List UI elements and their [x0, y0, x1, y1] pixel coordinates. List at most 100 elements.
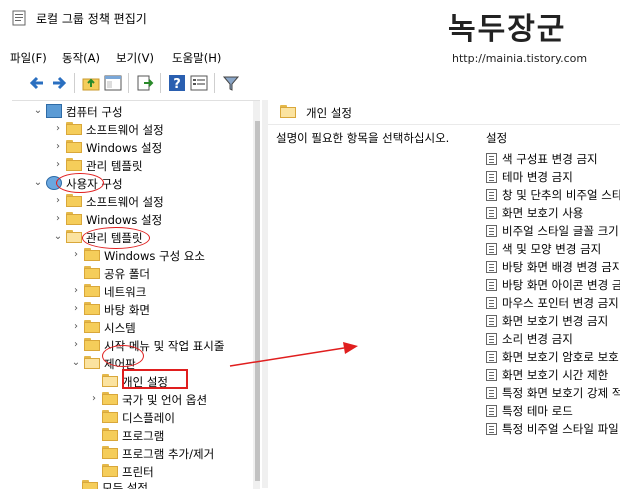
folder-icon [66, 122, 82, 135]
expand-chevron-icon[interactable]: › [52, 159, 64, 171]
setting-label: 특정 화면 보호기 강제 적용 [502, 386, 620, 400]
expand-chevron-icon[interactable]: › [70, 285, 82, 297]
setting-row[interactable]: 화면 보호기 변경 금지 [486, 312, 620, 330]
expand-chevron-icon[interactable]: › [52, 123, 64, 135]
setting-row[interactable]: 화면 보호기 시간 제한 [486, 366, 620, 384]
policy-setting-icon [486, 153, 497, 165]
column-header-setting[interactable]: 설정 [486, 128, 620, 148]
setting-label: 바탕 화면 배경 변경 금지 [502, 260, 620, 274]
tree-node-windows-components[interactable]: › Windows 구성 요소 [70, 247, 252, 265]
policy-setting-icon [486, 333, 497, 345]
setting-label: 바탕 화면 아이콘 변경 금지 [502, 278, 620, 292]
setting-label: 창 및 단추의 비주얼 스타일 변경 금지 [502, 188, 620, 202]
tree-node-computer-config[interactable]: ⌄ 컴퓨터 구성 [32, 103, 252, 121]
setting-row[interactable]: 특정 화면 보호기 강제 적용 [486, 384, 620, 402]
tree-node-network[interactable]: › 네트워크 [70, 283, 252, 301]
setting-row[interactable]: 소리 변경 금지 [486, 330, 620, 348]
policy-setting-icon [486, 423, 497, 435]
setting-row[interactable]: 바탕 화면 아이콘 변경 금지 [486, 276, 620, 294]
expand-chevron-icon[interactable]: › [52, 195, 64, 207]
tree-node-uc-windows[interactable]: › Windows 설정 [52, 211, 252, 229]
policy-setting-icon [486, 315, 497, 327]
menu-help[interactable]: 도움말(H) [172, 50, 221, 66]
up-folder-icon[interactable] [82, 74, 100, 92]
setting-row[interactable]: 화면 보호기 암호로 보호 [486, 348, 620, 366]
tree-node-uc-software[interactable]: › 소프트웨어 설정 [52, 193, 252, 211]
expand-chevron-icon[interactable]: › [70, 321, 82, 333]
properties-icon[interactable] [190, 74, 208, 92]
setting-row[interactable]: 창 및 단추의 비주얼 스타일 변경 금지 [486, 186, 620, 204]
tree-node-cc-software[interactable]: › 소프트웨어 설정 [52, 121, 252, 139]
help-icon[interactable]: ? [168, 74, 186, 92]
forward-icon[interactable] [50, 74, 68, 92]
selection-highlight-box [122, 369, 188, 389]
expand-chevron-icon[interactable]: › [70, 249, 82, 261]
tree-scrollbar-thumb[interactable] [255, 121, 260, 481]
watermark-logo: 녹두장군 [448, 12, 567, 47]
setting-row[interactable]: 특정 테마 로드 [486, 402, 620, 420]
menu-action[interactable]: 동작(A) [62, 50, 100, 66]
setting-label: 비주얼 스타일 글꼴 크기 선택 금지 [502, 224, 620, 238]
policy-tree-pane[interactable]: ⌄ 컴퓨터 구성 › 소프트웨어 설정 › Windows 설정 › 관리 템플… [12, 100, 260, 489]
policy-setting-icon [486, 171, 497, 183]
setting-row[interactable]: 테마 변경 금지 [486, 168, 620, 186]
tree-node-add-remove-programs[interactable]: 프로그램 추가/제거 [88, 445, 252, 463]
setting-row[interactable]: 색 구성표 변경 금지 [486, 150, 620, 168]
collapse-chevron-icon[interactable]: ⌄ [32, 105, 44, 117]
expand-chevron-icon[interactable]: › [70, 339, 82, 351]
expand-chevron-icon[interactable]: › [70, 303, 82, 315]
show-hide-tree-icon[interactable] [104, 74, 122, 92]
tree-node-system[interactable]: › 시스템 [70, 319, 252, 337]
collapse-chevron-icon[interactable]: ⌄ [70, 357, 82, 369]
filter-icon[interactable] [222, 74, 240, 92]
expand-chevron-icon[interactable]: › [88, 393, 100, 405]
tree-node-cc-admin[interactable]: › 관리 템플릿 [52, 157, 252, 175]
tree-scrollbar[interactable] [253, 101, 260, 489]
tree-node-region-language[interactable]: › 국가 및 언어 옵션 [88, 391, 252, 409]
folder-icon [66, 158, 82, 171]
menu-file[interactable]: 파일(F) [10, 50, 47, 66]
folder-icon [102, 446, 118, 459]
folder-open-icon [84, 356, 100, 369]
setting-row[interactable]: 색 및 모양 변경 금지 [486, 240, 620, 258]
collapse-chevron-icon[interactable]: ⌄ [32, 177, 44, 189]
policy-setting-icon [486, 297, 497, 309]
menu-bar: 파일(F) 동작(A) 보기(V) 도움말(H) [0, 44, 440, 68]
group-policy-editor-window: 로컬 그룹 정책 편집기 녹두장군 http://mainia.tistory.… [0, 0, 620, 489]
expand-chevron-icon[interactable]: › [52, 141, 64, 153]
policy-setting-icon [486, 369, 497, 381]
tree-node-uc-admin[interactable]: ⌄ 관리 템플릿 [52, 229, 252, 247]
tree-node-cc-windows[interactable]: › Windows 설정 [52, 139, 252, 157]
setting-label: 화면 보호기 시간 제한 [502, 368, 609, 382]
tree-node-start-menu-taskbar[interactable]: › 시작 메뉴 및 작업 표시줄 [70, 337, 252, 355]
setting-label: 마우스 포인터 변경 금지 [502, 296, 619, 310]
setting-row[interactable]: 마우스 포인터 변경 금지 [486, 294, 620, 312]
window-title: 로컬 그룹 정책 편집기 [36, 12, 147, 26]
menu-view[interactable]: 보기(V) [116, 50, 154, 66]
details-pane: 개인 설정 설명이 필요한 항목을 선택하십시오. 설정 색 구성표 변경 금지… [262, 100, 620, 488]
folder-open-icon [102, 374, 118, 387]
policy-setting-icon [486, 387, 497, 399]
collapse-chevron-icon[interactable]: ⌄ [52, 231, 64, 243]
tree-node-desktop[interactable]: › 바탕 화면 [70, 301, 252, 319]
policy-editor-app-icon [12, 10, 26, 26]
tree-node-user-config[interactable]: ⌄ 사용자 구성 [32, 175, 252, 193]
export-list-icon[interactable] [136, 74, 154, 92]
setting-row[interactable]: 특정 비주얼 스타일 파일 강제 적용 [486, 420, 620, 438]
setting-label: 화면 보호기 암호로 보호 [502, 350, 619, 364]
setting-row[interactable]: 화면 보호기 사용 [486, 204, 620, 222]
tree-node-shared-folders[interactable]: 공유 폴더 [70, 265, 252, 283]
details-header-title: 개인 설정 [306, 106, 352, 120]
folder-icon [84, 302, 100, 315]
back-icon[interactable] [28, 74, 46, 92]
setting-row[interactable]: 바탕 화면 배경 변경 금지 [486, 258, 620, 276]
details-header: 개인 설정 [268, 100, 620, 125]
folder-icon [102, 428, 118, 441]
expand-chevron-icon[interactable]: › [52, 213, 64, 225]
setting-label: 특정 테마 로드 [502, 404, 573, 418]
setting-label: 테마 변경 금지 [502, 170, 573, 184]
setting-row[interactable]: 비주얼 스타일 글꼴 크기 선택 금지 [486, 222, 620, 240]
tree-node-display[interactable]: 디스플레이 [88, 409, 252, 427]
folder-icon [84, 248, 100, 261]
tree-node-programs[interactable]: 프로그램 [88, 427, 252, 445]
